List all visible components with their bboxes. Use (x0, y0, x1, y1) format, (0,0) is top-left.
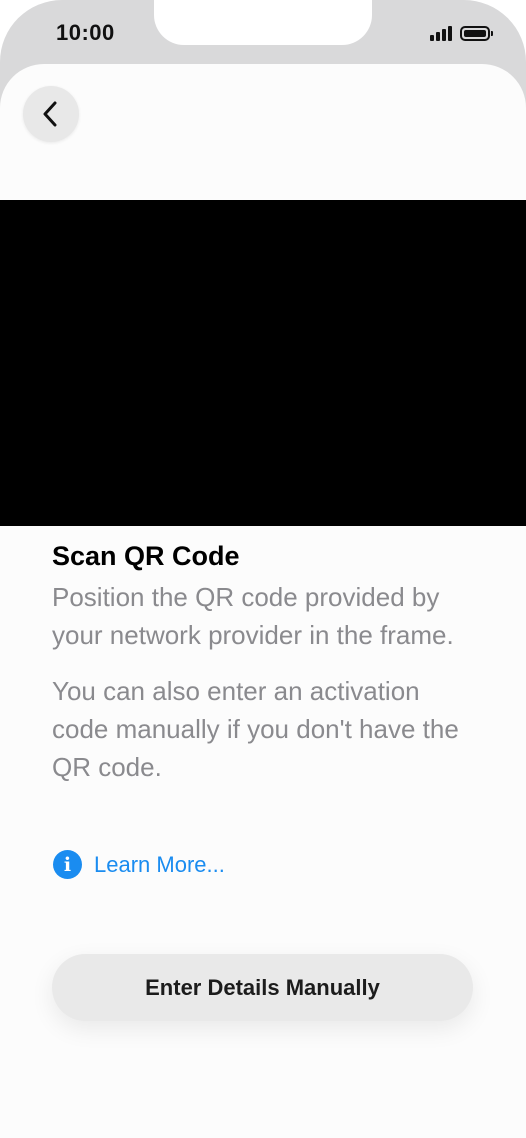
phone-device: 10:00 Scan QR Code Position the QR code … (0, 0, 526, 1138)
learn-more-label: Learn More... (94, 851, 225, 877)
cellular-signal-icon (430, 25, 452, 41)
info-icon: i (53, 850, 82, 879)
back-button[interactable] (23, 86, 79, 142)
scan-description: Position the QR code provided by your ne… (52, 582, 454, 651)
enter-details-manually-button[interactable]: Enter Details Manually (52, 954, 473, 1021)
status-time: 10:00 (56, 20, 115, 45)
system-icons (430, 25, 493, 41)
learn-more-link[interactable]: i Learn More... (53, 850, 225, 879)
manual-hint: You can also enter an activation code ma… (52, 676, 459, 783)
status-bar: 10:00 (0, 0, 526, 64)
instructions: Scan QR Code Position the QR code provid… (52, 540, 482, 786)
notch (154, 0, 372, 45)
battery-icon (460, 26, 493, 41)
page-title: Scan QR Code (52, 541, 240, 571)
chevron-left-icon (43, 101, 57, 127)
camera-viewfinder (0, 200, 526, 526)
